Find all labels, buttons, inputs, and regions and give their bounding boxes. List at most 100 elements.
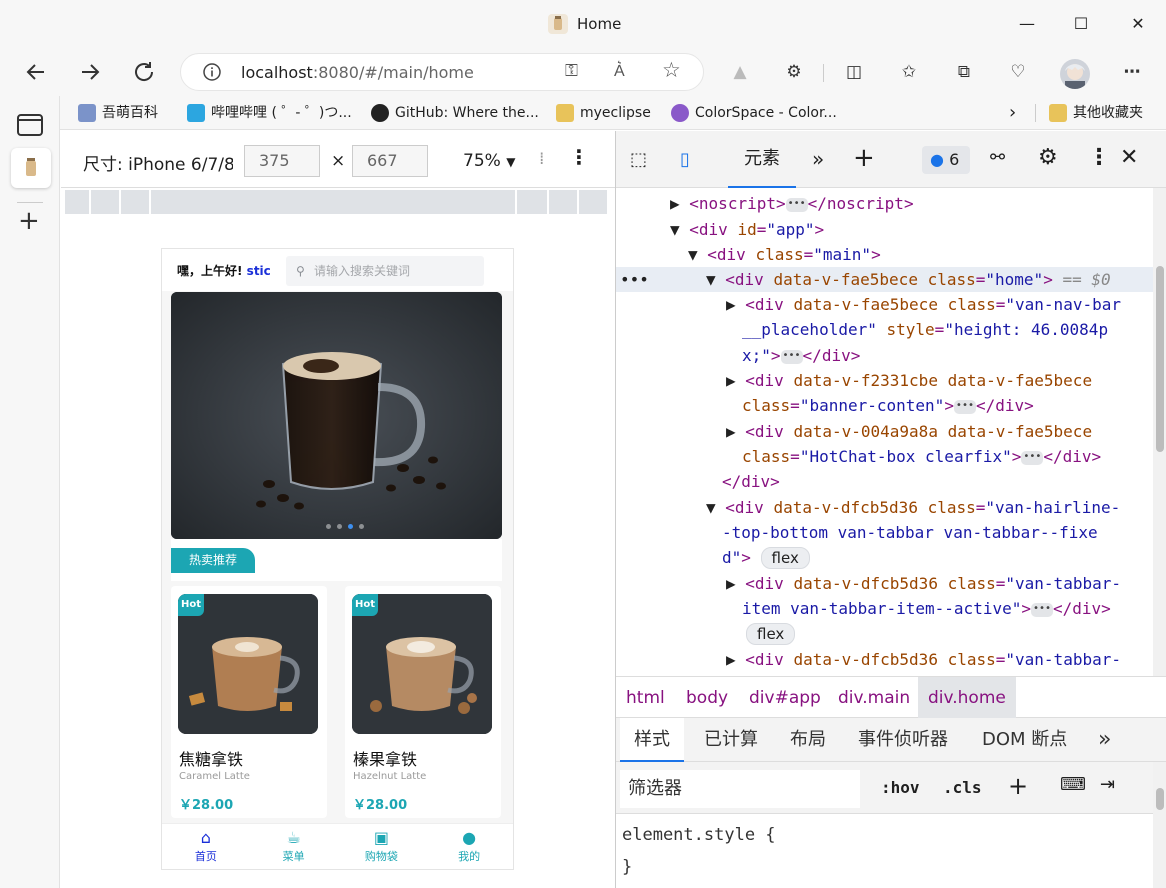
tab-computed[interactable]: 已计算	[704, 718, 758, 762]
dom-node-tabbar-item[interactable]: ▶ <div data-v-dfcb5d36 class="van-tabbar…	[726, 647, 1121, 672]
minimize-button[interactable]: —	[1013, 10, 1041, 38]
split-screen-icon[interactable]: ◫	[840, 58, 868, 86]
dom-scrollbar[interactable]	[1153, 188, 1166, 676]
more-style-tabs-chevron-icon[interactable]: »	[1098, 718, 1111, 762]
hot-badge: Hot	[352, 594, 378, 616]
read-aloud-icon[interactable]: A͛	[614, 61, 625, 81]
tab-event-listeners[interactable]: 事件侦听器	[858, 718, 948, 762]
toggle-sidebar-icon[interactable]: ⇥	[1100, 774, 1115, 795]
bilibili-icon	[187, 104, 205, 122]
device-height-input[interactable]: 667	[352, 145, 428, 177]
bookmarks-overflow-chevron-icon[interactable]: ›	[1009, 102, 1016, 124]
styles-filter-input[interactable]: 筛选器	[620, 770, 860, 808]
device-selector[interactable]: 尺寸: iPhone 6/7/8	[83, 150, 233, 175]
favorite-star-icon[interactable]: ☆	[662, 58, 681, 82]
search-input[interactable]: ⚲ 请输入搜索关键词	[286, 256, 484, 286]
throttle-icon[interactable]: ⁞	[539, 149, 544, 169]
tab-actions-icon[interactable]	[17, 114, 43, 136]
extensions-icon[interactable]: ⚙	[780, 58, 808, 86]
back-button[interactable]	[20, 56, 52, 88]
refresh-button[interactable]	[128, 56, 160, 88]
key-icon[interactable]: ⚿	[565, 61, 578, 81]
more-tabs-chevron-icon[interactable]: »	[812, 147, 824, 171]
device-more-icon[interactable]: ⋮	[569, 145, 589, 169]
settings-gear-icon[interactable]: ⚙	[1038, 145, 1058, 170]
inspect-element-icon[interactable]: ⬚	[630, 149, 647, 170]
dom-node-nav-placeholder[interactable]: ▶ <div data-v-fae5bece class="van-nav-ba…	[726, 292, 1121, 317]
ruler-segment[interactable]	[579, 190, 607, 214]
close-devtools-icon[interactable]: ✕	[1120, 145, 1138, 170]
tab-elements[interactable]: 元素	[728, 131, 796, 188]
flex-badge[interactable]: flex	[746, 623, 796, 645]
devtools-more-icon[interactable]: ⋮	[1088, 145, 1110, 170]
carousel-dot[interactable]	[337, 524, 342, 529]
hov-toggle[interactable]: :hov	[881, 778, 920, 797]
customize-icon[interactable]: ⚯	[990, 147, 1005, 168]
tab-profile[interactable]: ● 我的	[425, 824, 513, 869]
tab-cart[interactable]: ▣ 购物袋	[338, 824, 426, 869]
dom-node-hotchat[interactable]: ▶ <div data-v-004a9a8a data-v-fae5bece	[726, 419, 1092, 444]
tab-home[interactable]: ⌂ 首页	[162, 824, 250, 869]
new-tab-plus-icon[interactable]: +	[18, 206, 40, 236]
ruler-segment[interactable]	[91, 190, 119, 214]
bookmark-other-folder[interactable]: 其他收藏夹	[1049, 102, 1143, 124]
dom-node-app[interactable]: ▼ <div id="app">	[670, 217, 824, 242]
carousel-dot[interactable]	[326, 524, 331, 529]
dom-node-tabbar-item[interactable]: ▶ <div data-v-dfcb5d36 class="van-tabbar…	[726, 571, 1121, 596]
dom-node-noscript[interactable]: ▶ <noscript> ••• </noscript>	[670, 191, 914, 216]
forward-button[interactable]	[74, 56, 106, 88]
dom-node-main[interactable]: ▼ <div class="main">	[688, 242, 881, 267]
tab-layout[interactable]: 布局	[790, 718, 826, 762]
bubble-tea-icon	[26, 158, 36, 176]
carousel-dot[interactable]	[359, 524, 364, 529]
product-card[interactable]: Hot 焦糖拿铁 Caramel Latte ￥28.00	[171, 586, 327, 818]
flex-badge[interactable]: flex	[760, 547, 810, 569]
dom-node-home-selected[interactable]: ••• ▼ <div data-v-fae5bece class="home"> …	[616, 267, 1153, 292]
banner-carousel[interactable]	[171, 292, 502, 539]
element-style-rule[interactable]: element.style { }	[622, 819, 776, 883]
cls-toggle[interactable]: .cls	[943, 778, 982, 797]
tab-styles[interactable]: 样式	[620, 718, 684, 762]
avatar[interactable]	[1060, 59, 1090, 89]
close-window-button[interactable]: ✕	[1124, 10, 1152, 38]
ruler-segment[interactable]	[549, 190, 577, 214]
bookmark-label: 吾萌百科	[102, 105, 158, 121]
zoom-selector[interactable]: 75% ▼	[463, 151, 515, 171]
bookmark-item[interactable]: 吾萌百科	[78, 102, 158, 124]
device-width-input[interactable]: 375	[244, 145, 320, 177]
add-panel-plus-icon[interactable]: +	[853, 143, 875, 173]
breadcrumb-item[interactable]: div#app	[739, 677, 831, 719]
breadcrumb-item[interactable]: body	[676, 677, 738, 719]
browser-essentials-icon[interactable]: ♡	[1004, 58, 1032, 86]
breadcrumb-item[interactable]: html	[616, 677, 675, 719]
more-menu-icon[interactable]: ⋯	[1118, 58, 1146, 86]
address-bar[interactable]: localhost:8080/#/main/home ⚿ A͛ ☆	[180, 53, 704, 91]
styles-scrollbar[interactable]	[1153, 762, 1166, 888]
breadcrumb-item-active[interactable]: div.home	[918, 677, 1016, 719]
element-state-icon[interactable]: ⌨	[1060, 774, 1086, 795]
copilot-icon[interactable]: ▲	[726, 58, 754, 86]
ruler-segment[interactable]	[65, 190, 89, 214]
new-style-rule-plus-icon[interactable]: +	[1008, 772, 1028, 800]
collections-icon[interactable]: ⧉	[950, 58, 978, 86]
ruler-segment[interactable]	[151, 190, 515, 214]
product-card[interactable]: Hot 榛果拿铁 Hazelnut Latte ￥28.00	[345, 586, 501, 818]
expand-arrow-icon: ▶	[726, 422, 736, 441]
bookmark-item[interactable]: 哔哩哔哩 ( ゜- ゜)つ...	[187, 102, 352, 124]
favorites-icon[interactable]: ✩	[895, 58, 923, 86]
active-tab-favicon[interactable]	[11, 148, 51, 188]
maximize-button[interactable]: ☐	[1067, 10, 1095, 38]
breadcrumb-item[interactable]: div.main	[828, 677, 920, 719]
tab-dom-breakpoints[interactable]: DOM 断点	[982, 718, 1067, 762]
bookmark-item[interactable]: ColorSpace - Color...	[671, 102, 837, 124]
bookmark-item[interactable]: myeclipse	[556, 102, 651, 124]
carousel-dot-active[interactable]	[348, 524, 353, 529]
dom-node-tabbar[interactable]: ▼ <div data-v-dfcb5d36 class="van-hairli…	[706, 495, 1120, 520]
ruler-segment[interactable]	[517, 190, 547, 214]
tab-menu[interactable]: ☕ 菜单	[250, 824, 338, 869]
bookmark-item[interactable]: GitHub: Where the...	[371, 102, 539, 124]
issues-badge[interactable]: ● 6	[922, 146, 970, 174]
device-toolbar-toggle-icon[interactable]: ▯	[680, 149, 690, 170]
dom-node-banner[interactable]: ▶ <div data-v-f2331cbe data-v-fae5bece	[726, 368, 1092, 393]
ruler-segment[interactable]	[121, 190, 149, 214]
